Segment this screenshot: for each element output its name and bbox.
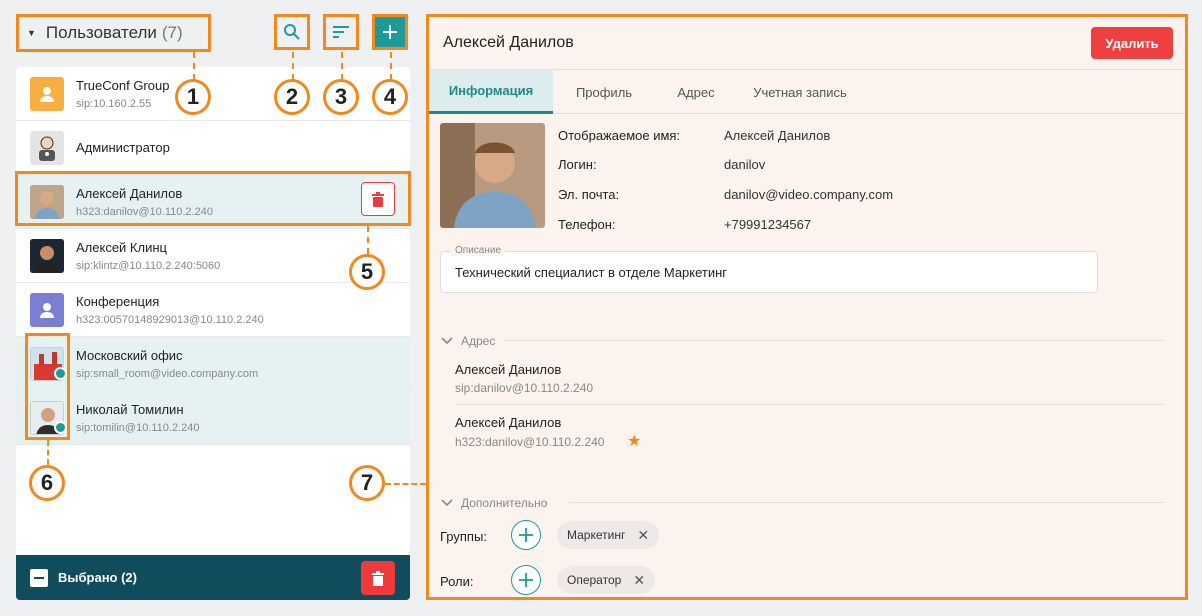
chevron-down-icon xyxy=(441,337,453,345)
address-section-title: Адрес xyxy=(461,334,496,348)
delete-row-button[interactable] xyxy=(361,182,395,216)
selected-count: Выбрано (2) xyxy=(58,570,137,585)
item-address: sip:10.160.2.55 xyxy=(76,98,152,110)
role-chip-label: Оператор xyxy=(567,573,622,587)
phone-value: +79991234567 xyxy=(724,217,812,232)
address-name: Алексей Данилов xyxy=(455,415,562,430)
callout-line xyxy=(390,52,392,80)
group-chip-label: Маркетинг xyxy=(567,528,626,542)
sort-button[interactable] xyxy=(323,14,359,50)
user-detail-panel: Алексей Данилов Удалить Информация Профи… xyxy=(426,14,1188,600)
divider xyxy=(455,404,1164,405)
photo-avatar xyxy=(30,239,64,273)
callout-3: 3 xyxy=(323,79,359,115)
plus-icon xyxy=(519,573,533,587)
callout-1: 1 xyxy=(175,79,211,115)
remove-chip-icon[interactable]: ✕ xyxy=(633,572,645,589)
group-chip: Маркетинг ✕ xyxy=(557,521,660,549)
callout-6: 6 xyxy=(29,465,65,501)
default-star-icon: ★ xyxy=(627,431,642,450)
tab-address[interactable]: Адрес xyxy=(655,70,737,114)
page-title: Алексей Данилов xyxy=(443,34,574,51)
item-name: Конференция xyxy=(76,294,160,309)
field-label: Телефон: xyxy=(558,217,616,232)
callout-line xyxy=(385,483,426,485)
list-item[interactable]: Московский офис sip:small_room@video.com… xyxy=(16,337,410,391)
item-name: Администратор xyxy=(76,140,170,155)
callout-2: 2 xyxy=(274,79,310,115)
email-value: danilov@video.company.com xyxy=(724,187,894,202)
extra-section-toggle[interactable]: Дополнительно xyxy=(441,496,547,510)
selection-footer: Выбрано (2) xyxy=(16,555,410,600)
item-name: TrueConf Group xyxy=(76,78,170,93)
group-avatar-icon xyxy=(30,77,64,111)
remove-chip-icon[interactable]: ✕ xyxy=(637,527,649,544)
description-label: Описание xyxy=(451,245,506,256)
address-value: sip:danilov@10.110.2.240 xyxy=(455,381,594,395)
users-dropdown[interactable]: ▼ Пользователи (7) xyxy=(16,14,211,52)
list-item[interactable]: Конференция h323:00570148929013@10.110.2… xyxy=(16,283,410,337)
plus-icon xyxy=(383,25,397,39)
add-user-button[interactable] xyxy=(372,14,408,50)
conference-avatar-icon xyxy=(30,293,64,327)
address-name: Алексей Данилов xyxy=(455,362,562,377)
login-value: danilov xyxy=(724,157,766,172)
callout-4: 4 xyxy=(372,79,408,115)
description-text: Технический специалист в отделе Маркетин… xyxy=(455,265,728,280)
extra-section-title: Дополнительно xyxy=(461,496,548,510)
tab-profile[interactable]: Профиль xyxy=(553,70,655,114)
chevron-down-icon xyxy=(441,499,453,507)
caret-down-icon: ▼ xyxy=(27,28,36,38)
divider xyxy=(569,502,1164,503)
avatar-status-highlight xyxy=(25,333,70,440)
users-count: (7) xyxy=(161,23,183,42)
address-value: h323:danilov@10.110.2.240 xyxy=(455,435,605,449)
user-list: TrueConf Group sip:10.160.2.55 Администр… xyxy=(16,67,410,600)
delete-user-button[interactable]: Удалить xyxy=(1091,27,1173,59)
callout-line xyxy=(341,52,343,80)
item-address: sip:tomilin@10.110.2.240 xyxy=(76,422,200,434)
add-group-button[interactable] xyxy=(511,520,541,550)
role-chip: Оператор ✕ xyxy=(557,566,656,594)
item-name: Московский офис xyxy=(76,348,183,363)
item-name: Николай Томилин xyxy=(76,402,184,417)
admin-avatar-icon xyxy=(30,131,64,165)
field-label: Логин: xyxy=(558,157,597,172)
callout-5: 5 xyxy=(349,254,385,290)
tab-account[interactable]: Учетная запись xyxy=(737,70,863,114)
item-address: sip:small_room@video.company.com xyxy=(76,368,259,380)
roles-label: Роли: xyxy=(440,574,474,589)
divider xyxy=(505,340,1164,341)
callout-7: 7 xyxy=(349,465,385,501)
list-item[interactable]: Администратор xyxy=(16,121,410,175)
callout-line xyxy=(292,52,294,80)
tab-information[interactable]: Информация xyxy=(429,70,553,114)
trash-icon xyxy=(372,191,384,207)
item-address: sip:klintz@10.110.2.240:5060 xyxy=(76,260,221,272)
display-name-value: Алексей Данилов xyxy=(724,128,831,143)
callout-line xyxy=(47,440,49,465)
plus-icon xyxy=(519,528,533,542)
tab-bar: Информация Профиль Адрес Учетная запись xyxy=(429,69,1185,114)
item-name: Алексей Клинц xyxy=(76,240,167,255)
address-section-toggle[interactable]: Адрес xyxy=(441,334,495,348)
add-role-button[interactable] xyxy=(511,565,541,595)
field-label: Эл. почта: xyxy=(558,187,620,202)
delete-selected-button[interactable] xyxy=(361,561,395,595)
search-icon xyxy=(284,24,300,40)
callout-line xyxy=(367,226,369,254)
item-address: h323:00570148929013@10.110.2.240 xyxy=(76,314,264,326)
list-item[interactable]: Николай Томилин sip:tomilin@10.110.2.240 xyxy=(16,391,410,445)
search-button[interactable] xyxy=(274,14,310,50)
sort-icon xyxy=(333,26,349,38)
select-all-checkbox[interactable] xyxy=(30,568,48,587)
callout-line xyxy=(193,52,195,80)
groups-label: Группы: xyxy=(440,529,487,544)
description-field[interactable]: Описание Технический специалист в отделе… xyxy=(440,245,1098,293)
users-title: Пользователи xyxy=(45,23,157,42)
selected-row-highlight xyxy=(15,171,411,226)
user-photo xyxy=(440,123,545,228)
trash-icon xyxy=(372,570,384,586)
field-label: Отображаемое имя: xyxy=(558,128,681,143)
